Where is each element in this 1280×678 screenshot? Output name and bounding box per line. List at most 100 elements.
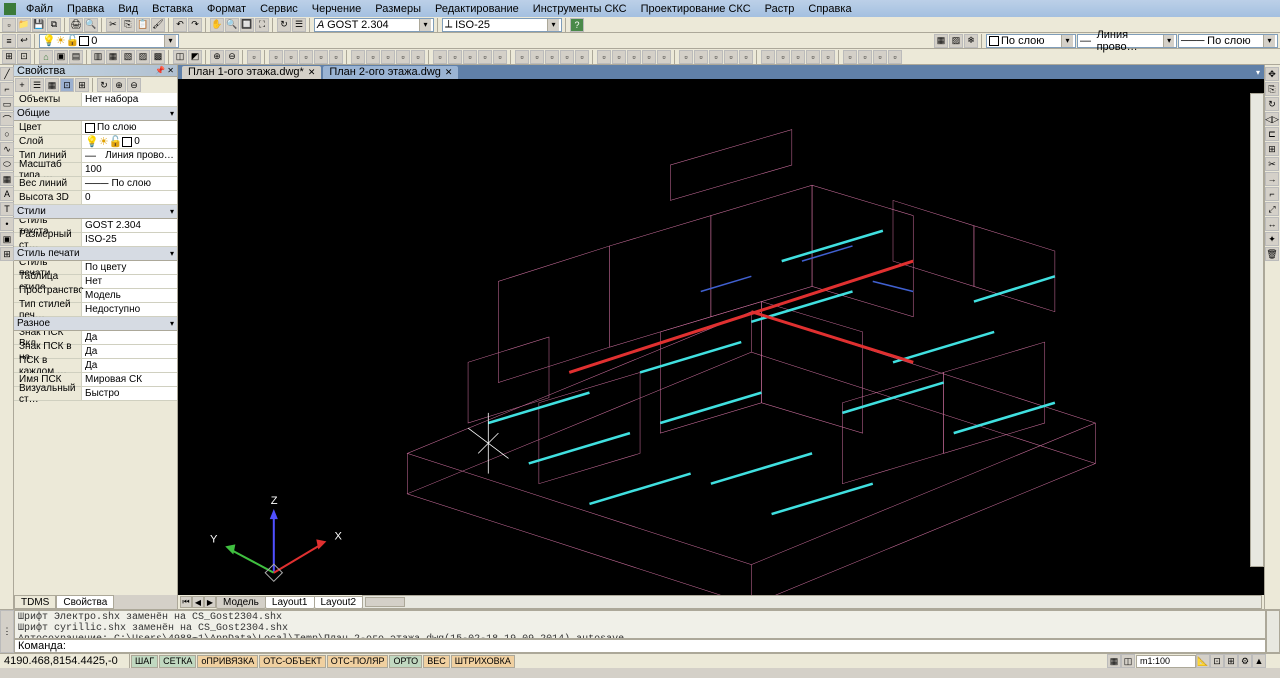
tool-54[interactable]: ▫ — [888, 50, 902, 64]
prop-value[interactable]: Модель — [81, 289, 177, 302]
tool-48[interactable]: ▫ — [791, 50, 805, 64]
tool-9[interactable]: ▨ — [136, 50, 150, 64]
tool-1[interactable]: ⊞ — [2, 50, 16, 64]
layermgr-icon[interactable]: ≡ — [2, 34, 16, 48]
prop-tool-6[interactable]: ↻ — [97, 78, 111, 92]
menu-sks-tools[interactable]: Инструменты СКС — [527, 2, 633, 16]
ellipse-icon[interactable]: ⬭ — [0, 157, 14, 171]
dimstyle-combo[interactable]: ⟂ ISO-25 ▾ — [442, 18, 562, 32]
open-icon[interactable]: 📁 — [17, 18, 31, 32]
horizontal-scrollbar[interactable] — [362, 595, 1262, 609]
prop-value[interactable]: Да — [81, 331, 177, 344]
point-icon[interactable]: • — [0, 217, 14, 231]
circle-icon[interactable]: ○ — [0, 127, 14, 141]
copy-icon[interactable]: ⎘ — [121, 18, 135, 32]
layout1-tab[interactable]: Layout1 — [265, 596, 315, 609]
menu-edit[interactable]: Правка — [61, 2, 110, 16]
tool-5[interactable]: ▤ — [69, 50, 83, 64]
paste-icon[interactable]: 📋 — [136, 18, 150, 32]
tool-2[interactable]: ⊡ — [17, 50, 31, 64]
menu-modify[interactable]: Редактирование — [429, 2, 525, 16]
menu-file[interactable]: Файл — [20, 2, 59, 16]
status-штриховка[interactable]: ШТРИХОВКА — [451, 655, 515, 668]
tool-25[interactable]: ▫ — [411, 50, 425, 64]
tool-17[interactable]: ▫ — [284, 50, 298, 64]
arc-icon[interactable]: ⌒ — [0, 112, 14, 126]
menu-dim[interactable]: Размеры — [369, 2, 427, 16]
spline-icon[interactable]: ∿ — [0, 142, 14, 156]
rect-icon[interactable]: ▭ — [0, 97, 14, 111]
menu-draw[interactable]: Черчение — [306, 2, 368, 16]
prop-value[interactable]: Да — [81, 359, 177, 372]
tool-28[interactable]: ▫ — [463, 50, 477, 64]
tool-45[interactable]: ▫ — [739, 50, 753, 64]
block-icon[interactable]: ▣ — [0, 232, 14, 246]
tool-18[interactable]: ▫ — [299, 50, 313, 64]
command-history[interactable]: Шрифт Электро.shx заменён на CS_Gost2304… — [14, 610, 1266, 639]
color-combo[interactable]: По слою ▾ — [986, 34, 1076, 48]
props-pin-icon[interactable]: 📌 ✕ — [155, 66, 174, 75]
tool-4[interactable]: ▣ — [54, 50, 68, 64]
prop-value[interactable]: GOST 2.304 — [81, 219, 177, 232]
status-icon-1[interactable]: ▦ — [1107, 654, 1121, 668]
help-icon[interactable]: ? — [570, 18, 584, 32]
tool-42[interactable]: ▫ — [694, 50, 708, 64]
tool-12[interactable]: ◩ — [188, 50, 202, 64]
fillet-icon[interactable]: ⌐ — [1265, 187, 1279, 201]
layout2-tab[interactable]: Layout2 — [314, 596, 364, 609]
prop-value[interactable]: Нет — [81, 275, 177, 288]
cmd-handle-icon[interactable]: ⋮ — [0, 610, 14, 653]
tool-3[interactable]: ⌂ — [39, 50, 53, 64]
stretch-icon[interactable]: ↔ — [1265, 217, 1279, 231]
prop-value[interactable]: Недоступно — [81, 303, 177, 316]
preview-icon[interactable]: 🔍 — [84, 18, 98, 32]
tool-7[interactable]: ▦ — [106, 50, 120, 64]
layerprev-icon[interactable]: ↩ — [17, 34, 31, 48]
tool-46[interactable]: ▫ — [761, 50, 775, 64]
textstyle-combo[interactable]: A GOST 2.304 ▾ — [314, 18, 434, 32]
matchprop-icon[interactable]: 🖌 — [151, 18, 165, 32]
tool-50[interactable]: ▫ — [821, 50, 835, 64]
tab-next-icon[interactable]: ▶ — [204, 596, 216, 608]
lineweight-combo[interactable]: ─── По слою ▾ — [1178, 34, 1278, 48]
prop-value[interactable]: По цвету — [81, 261, 177, 274]
zoomwin-icon[interactable]: 🔲 — [240, 18, 254, 32]
menu-view[interactable]: Вид — [112, 2, 144, 16]
tool-29[interactable]: ▫ — [478, 50, 492, 64]
tabs-dropdown-icon[interactable]: ▾ — [1256, 68, 1264, 77]
tool-35[interactable]: ▫ — [575, 50, 589, 64]
dwg-tab-1[interactable]: План 1-ого этажа.dwg*✕ — [182, 66, 321, 79]
prop-value[interactable]: Да — [81, 345, 177, 358]
extend-icon[interactable]: → — [1265, 172, 1279, 186]
menu-service[interactable]: Сервис — [254, 2, 304, 16]
status-опривязка[interactable]: оПРИВЯЗКА — [197, 655, 258, 668]
props-icon[interactable]: ☰ — [292, 18, 306, 32]
tool-36[interactable]: ▫ — [597, 50, 611, 64]
status-шаг[interactable]: ШАГ — [131, 655, 158, 668]
prop-tool-1[interactable]: + — [15, 78, 29, 92]
prop-tool-3[interactable]: ▦ — [45, 78, 59, 92]
tool-13[interactable]: ⊕ — [210, 50, 224, 64]
tool-43[interactable]: ▫ — [709, 50, 723, 64]
command-prompt[interactable]: Команда: — [14, 639, 1266, 653]
status-отс-объект[interactable]: ОТС-ОБЪЕКТ — [259, 655, 325, 668]
prop-tool-2[interactable]: ☰ — [30, 78, 44, 92]
coordinates[interactable]: 4190.468,8154.4425,-0 — [0, 654, 130, 668]
tool-24[interactable]: ▫ — [396, 50, 410, 64]
prop-value[interactable]: 💡☀🔓0 — [81, 135, 177, 148]
menu-help[interactable]: Справка — [802, 2, 857, 16]
zoomext-icon[interactable]: ⛶ — [255, 18, 269, 32]
menu-format[interactable]: Формат — [201, 2, 252, 16]
tab-first-icon[interactable]: ⏮ — [180, 596, 192, 608]
prop-value[interactable]: По слою — [81, 121, 177, 134]
tool-44[interactable]: ▫ — [724, 50, 738, 64]
text-icon[interactable]: A — [0, 187, 14, 201]
tool-8[interactable]: ▧ — [121, 50, 135, 64]
mirror-icon[interactable]: ◁▷ — [1265, 112, 1279, 126]
status-icon-7[interactable]: ▲ — [1252, 654, 1266, 668]
polyline-icon[interactable]: ⌐ — [0, 82, 14, 96]
tool-16[interactable]: ▫ — [269, 50, 283, 64]
offset-icon[interactable]: ⊏ — [1265, 127, 1279, 141]
tool-27[interactable]: ▫ — [448, 50, 462, 64]
cut-icon[interactable]: ✂ — [106, 18, 120, 32]
